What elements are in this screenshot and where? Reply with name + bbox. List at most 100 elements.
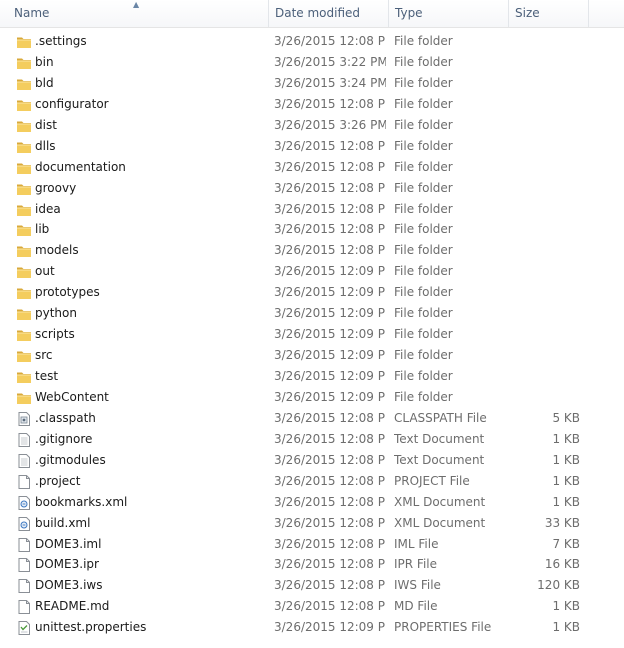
file-type: File folder [394, 285, 453, 300]
file-date-modified: 3/26/2015 12:09 PM [274, 389, 386, 404]
file-name: build.xml [35, 515, 91, 530]
blank-file-icon [16, 537, 32, 553]
folder-icon [16, 390, 32, 406]
file-size: 1 KB [552, 431, 580, 446]
file-row[interactable]: bookmarks.xml 3/26/2015 12:08 PM XML Docum… [0, 492, 624, 513]
file-type: IWS File [394, 578, 441, 593]
file-size: 1 KB [552, 599, 580, 614]
file-size: 1 KB [552, 452, 580, 467]
file-type: File folder [394, 117, 453, 132]
file-date-modified: 3/26/2015 12:08 PM [274, 243, 386, 258]
file-type: File folder [394, 75, 453, 90]
file-row[interactable]: DOME3.iws 3/26/2015 12:08 PM IWS File 120 K… [0, 575, 624, 596]
file-row[interactable]: .project 3/26/2015 12:08 PM PROJECT File 1 … [0, 471, 624, 492]
file-name: WebContent [35, 389, 109, 404]
file-row[interactable]: scripts 3/26/2015 12:09 PM File folder [0, 324, 624, 345]
column-header-size[interactable]: Size [508, 0, 588, 27]
file-type: PROPERTIES File [394, 620, 492, 635]
file-date-modified: 3/26/2015 12:08 PM [274, 96, 386, 111]
column-header-name[interactable]: Name [8, 0, 270, 27]
file-size: 33 KB [544, 515, 580, 530]
file-row[interactable]: bin 3/26/2015 3:22 PM File folder [0, 52, 624, 73]
folder-icon [16, 285, 32, 301]
file-date-modified: 3/26/2015 12:08 PM [274, 431, 386, 446]
file-row[interactable]: bld 3/26/2015 3:24 PM File folder [0, 73, 624, 94]
file-date-modified: 3/26/2015 3:24 PM [274, 75, 386, 90]
file-row[interactable]: .gitignore 3/26/2015 12:08 PM Text Documen… [0, 429, 624, 450]
file-type: File folder [394, 96, 453, 111]
file-row[interactable]: unittest.properties 3/26/2015 12:09 PM PRO… [0, 617, 624, 638]
xml-file-icon [16, 495, 32, 511]
config-file-icon [16, 411, 32, 427]
file-type: PROJECT File [394, 473, 470, 488]
file-date-modified: 3/26/2015 12:08 PM [274, 180, 386, 195]
file-date-modified: 3/26/2015 12:08 PM [274, 494, 386, 509]
file-row[interactable]: WebContent 3/26/2015 12:09 PM File folder [0, 387, 624, 408]
file-type: File folder [394, 138, 453, 153]
file-date-modified: 3/26/2015 12:08 PM [274, 578, 386, 593]
file-row[interactable]: python 3/26/2015 12:09 PM File folder [0, 303, 624, 324]
file-type: IPR File [394, 557, 438, 572]
file-row[interactable]: README.md 3/26/2015 12:08 PM MD File 1 KB [0, 596, 624, 617]
file-type: Text Document [394, 452, 485, 467]
file-date-modified: 3/26/2015 12:08 PM [274, 34, 386, 48]
file-name: DOME3.ipr [35, 557, 99, 572]
file-row[interactable]: groovy 3/26/2015 12:08 PM File folder [0, 178, 624, 199]
file-size [510, 240, 580, 261]
file-size [510, 136, 580, 157]
file-row[interactable]: dist 3/26/2015 3:26 PM File folder [0, 115, 624, 136]
file-row[interactable]: DOME3.ipr 3/26/2015 12:08 PM IPR File 16 KB [0, 554, 624, 575]
column-header-date-modified[interactable]: Date modified [268, 0, 388, 27]
folder-icon [16, 327, 32, 343]
file-row[interactable]: .settings 3/26/2015 12:08 PM File folder [0, 31, 624, 52]
file-row[interactable]: src 3/26/2015 12:09 PM File folder [0, 345, 624, 366]
folder-icon [16, 306, 32, 322]
file-row[interactable]: configurator 3/26/2015 12:08 PM File folde… [0, 94, 624, 115]
file-row[interactable]: .gitmodules 3/26/2015 12:08 PM Text Docume… [0, 450, 624, 471]
file-row[interactable]: idea 3/26/2015 12:08 PM File folder [0, 199, 624, 220]
file-size: 1 KB [552, 494, 580, 509]
file-size: 16 KB [544, 557, 580, 572]
file-row[interactable]: models 3/26/2015 12:08 PM File folder [0, 240, 624, 261]
file-row[interactable]: documentation 3/26/2015 12:08 PM File fold… [0, 157, 624, 178]
file-date-modified: 3/26/2015 3:22 PM [274, 54, 386, 69]
file-row[interactable]: build.xml 3/26/2015 12:08 PM XML Document 3… [0, 513, 624, 534]
file-date-modified: 3/26/2015 12:08 PM [274, 515, 386, 530]
file-row[interactable]: .classpath 3/26/2015 12:08 PM CLASSPATH Fi… [0, 408, 624, 429]
file-date-modified: 3/26/2015 12:08 PM [274, 201, 386, 216]
file-date-modified: 3/26/2015 12:08 PM [274, 159, 386, 174]
file-type: File folder [394, 306, 453, 321]
file-size [510, 178, 580, 199]
file-name: unittest.properties [35, 620, 147, 635]
blank-file-icon [16, 599, 32, 615]
file-type: MD File [394, 599, 438, 614]
column-header-bar: ▲ Name Date modified Type Size [0, 0, 624, 28]
file-name: .classpath [35, 410, 96, 425]
file-size [510, 303, 580, 324]
file-date-modified: 3/26/2015 12:09 PM [274, 348, 386, 363]
file-row[interactable]: prototypes 3/26/2015 12:09 PM File folder [0, 282, 624, 303]
file-date-modified: 3/26/2015 3:26 PM [274, 117, 386, 132]
file-name: out [35, 264, 55, 279]
file-date-modified: 3/26/2015 12:09 PM [274, 369, 386, 383]
file-row[interactable]: DOME3.iml 3/26/2015 12:08 PM IML File 7 KB [0, 534, 624, 555]
file-name: dist [35, 117, 57, 132]
file-date-modified: 3/26/2015 12:08 PM [274, 599, 386, 614]
file-size: 7 KB [552, 536, 580, 551]
file-type: File folder [394, 201, 453, 216]
file-row[interactable]: out 3/26/2015 12:09 PM File folder [0, 261, 624, 282]
file-size [510, 199, 580, 220]
folder-icon [16, 118, 32, 134]
file-date-modified: 3/26/2015 12:08 PM [274, 536, 386, 551]
file-row[interactable]: test 3/26/2015 12:09 PM File folder [0, 366, 624, 387]
file-name: .project [35, 473, 81, 488]
file-row[interactable]: lib 3/26/2015 12:08 PM File folder [0, 219, 624, 240]
folder-icon [16, 222, 32, 238]
file-type: File folder [394, 243, 453, 258]
file-size [510, 387, 580, 408]
column-header-type[interactable]: Type [388, 0, 508, 27]
file-name: .gitmodules [35, 452, 106, 467]
file-row[interactable]: dlls 3/26/2015 12:08 PM File folder [0, 136, 624, 157]
file-size: 120 KB [537, 578, 580, 593]
file-type: File folder [394, 264, 453, 279]
